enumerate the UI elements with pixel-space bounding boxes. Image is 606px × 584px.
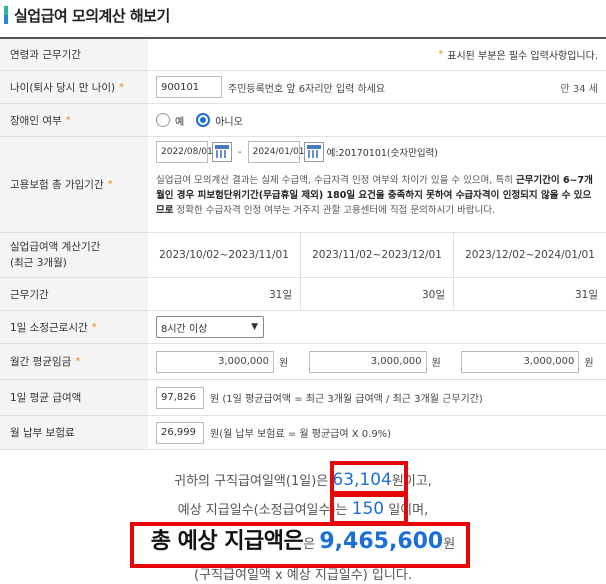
page-title-bar: 실업급여 모의계산 해보기 bbox=[4, 4, 170, 26]
header-label: 연령과 근무기간 bbox=[0, 39, 148, 70]
insurance-period-row: 고용보험 총 가입기간 * 2022/08/01 - 2024/01/01 예:… bbox=[0, 137, 606, 233]
daily-avg-value: 97,826 bbox=[156, 386, 204, 409]
page-title: 실업급여 모의계산 해보기 bbox=[14, 6, 170, 25]
daily-avg-label: 1일 평균 급여액 bbox=[0, 380, 148, 415]
monthly-wage-input-1[interactable]: 3,000,000 bbox=[156, 350, 274, 373]
won-unit: 원 bbox=[431, 358, 441, 369]
daily-hours-value: 8시간 이상 bbox=[161, 323, 208, 335]
monthly-premium-label: 월 납부 보험료 bbox=[0, 416, 148, 449]
work-days-1: 31일 bbox=[268, 288, 292, 301]
summary-line-days: 예상 지급일수(소정급여일수)는 150 일이며, bbox=[177, 499, 429, 519]
disability-yes-radio[interactable] bbox=[156, 113, 170, 127]
work-days-label: 근무기간 bbox=[0, 278, 148, 310]
date-example: 예:20170101(숫자만입력) bbox=[326, 148, 439, 159]
work-days-2: 30일 bbox=[300, 278, 453, 310]
insurance-notice: 실업급여 모의계산 결과는 실제 수급액, 수급자격 인정 여부와 차이가 있을… bbox=[156, 175, 593, 216]
daily-avg-note: 원 (1일 평균급여액 = 최근 3개월 급여액 / 최근 3개월 근무기간) bbox=[210, 394, 483, 405]
insurance-period-label: 고용보험 총 가입기간 bbox=[10, 179, 104, 191]
calculator-form: 연령과 근무기간 * 표시된 부분은 필수 입력사항입니다. 나이(퇴사 당시 … bbox=[0, 37, 606, 450]
required-star: * bbox=[107, 179, 113, 190]
calc-period-3: 2023/12/02~2024/01/01 bbox=[453, 233, 606, 277]
disability-row: 장애인 여부 * 예 아니오 bbox=[0, 104, 606, 137]
monthly-premium-value: 26,999 bbox=[156, 421, 204, 444]
monthly-wage-input-3[interactable]: 3,000,000 bbox=[461, 350, 580, 373]
monthly-premium-row: 월 납부 보험료 26,999 원(월 납부 보험료 = 월 평균급여 X 0.… bbox=[0, 416, 606, 450]
disability-no-radio[interactable] bbox=[196, 113, 211, 127]
age-hint: 주민등록번호 앞 6자리만 입력 하세요 bbox=[228, 83, 386, 95]
won-unit: 원 bbox=[279, 358, 289, 369]
age-result: 만 34 세 bbox=[560, 83, 598, 95]
summary-line-formula: (구직급여일액 x 예상 지급일수) 입니다. bbox=[194, 568, 412, 583]
calc-period-2: 2023/11/02~2023/12/01 bbox=[300, 233, 453, 277]
calendar-icon[interactable] bbox=[212, 142, 232, 162]
age-label: 나이(퇴사 당시 만 나이) bbox=[10, 81, 116, 94]
required-star: * bbox=[438, 49, 444, 60]
daily-hours-label: 1일 소정근로시간 bbox=[10, 321, 88, 334]
work-days-3: 31일 bbox=[453, 278, 606, 310]
required-note: 표시된 부분은 필수 입력사항입니다. bbox=[447, 51, 598, 62]
work-days-row: 근무기간 31일 30일 31일 bbox=[0, 278, 606, 311]
birth-date-input[interactable]: 900101 bbox=[156, 76, 222, 98]
date-separator: - bbox=[238, 146, 242, 158]
highlight-box-total bbox=[130, 522, 470, 568]
end-date-input[interactable]: 2024/01/01 bbox=[247, 141, 304, 163]
header-row: 연령과 근무기간 * 표시된 부분은 필수 입력사항입니다. bbox=[0, 39, 606, 71]
required-star: * bbox=[91, 321, 97, 333]
highlight-box-days bbox=[330, 493, 408, 525]
chevron-down-icon: ▼ bbox=[251, 322, 258, 332]
daily-avg-row: 1일 평균 급여액 97,826 원 (1일 평균급여액 = 최근 3개월 급여… bbox=[0, 380, 606, 416]
highlight-box-daily bbox=[330, 461, 408, 495]
disability-no-label[interactable]: 아니오 bbox=[215, 113, 243, 128]
calc-period-sublabel: (최근 3개월) bbox=[10, 257, 67, 269]
daily-hours-row: 1일 소정근로시간 * 8시간 이상 ▼ bbox=[0, 311, 606, 344]
summary-line-daily: 귀하의 구직급여일액(1일)은 63,104원이고, bbox=[174, 470, 432, 490]
monthly-wage-row: 월간 평균임금 * 3,000,000 원 3,000,000 원 3,000,… bbox=[0, 344, 606, 380]
daily-hours-select[interactable]: 8시간 이상 ▼ bbox=[156, 316, 264, 338]
monthly-wage-input-2[interactable]: 3,000,000 bbox=[308, 350, 427, 373]
required-star: * bbox=[65, 114, 71, 126]
monthly-premium-note: 원(월 납부 보험료 = 월 평균급여 X 0.9%) bbox=[210, 429, 392, 440]
required-star: * bbox=[75, 356, 81, 367]
calendar-icon[interactable] bbox=[303, 142, 324, 162]
start-date-input[interactable]: 2022/08/01 bbox=[156, 141, 213, 163]
calc-period-row: 실업급여액 계산기간 (최근 3개월) 2023/10/02~2023/11/0… bbox=[0, 233, 606, 278]
won-unit: 원 bbox=[584, 358, 594, 369]
age-row: 나이(퇴사 당시 만 나이) * 900101 주민등록번호 앞 6자리만 입력… bbox=[0, 71, 606, 104]
disability-yes-label[interactable]: 예 bbox=[175, 113, 184, 128]
calc-period-label: 실업급여액 계산기간 bbox=[10, 241, 101, 253]
title-marker bbox=[4, 6, 8, 24]
calc-period-1: 2023/10/02~2023/11/01 bbox=[159, 249, 289, 261]
monthly-wage-label: 월간 평균임금 bbox=[10, 356, 72, 368]
required-star: * bbox=[119, 81, 125, 93]
disability-label: 장애인 여부 bbox=[10, 114, 62, 127]
